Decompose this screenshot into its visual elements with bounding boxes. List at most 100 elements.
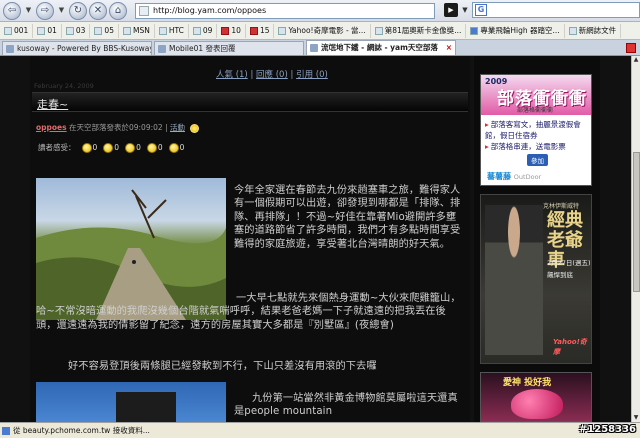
ad-cupid[interactable]: 愛神 投好我 [480,372,592,422]
ad2-brand: Yahoo!奇摩 [553,338,587,356]
ad1-footer-sub: OutDoor [513,173,542,181]
bookmark-item[interactable]: 05 [90,23,119,38]
mood-button[interactable]: 0 [103,142,119,153]
status-text: 從 beauty.pchome.com.tw 接收資料... [13,426,150,435]
scrollbar-thumb[interactable] [633,152,640,292]
bookmark-item[interactable]: 10 [217,23,246,38]
bookmark-icon [122,26,131,35]
mood-button[interactable]: 0 [168,142,184,153]
actor-image [485,205,543,355]
bookmark-icon [37,26,46,35]
bookmark-icon [221,26,230,35]
ad1-subtitle: 部落格衝衝衝 [517,107,554,114]
site-favicon-icon [139,5,149,16]
paragraph-1: 今年全家選在春節去九份來趟塞車之旅，難得家人有一個假期可以出遊，卻發現到哪都是「… [234,185,461,250]
bookmark-item[interactable]: HTC [155,23,189,38]
moods-label: 讀者感受： [38,143,76,152]
heart-icon [511,389,563,419]
popularity-link[interactable]: 人氣 (1) [216,70,248,80]
address-bar[interactable] [135,2,435,19]
post-title[interactable]: 走春~ [37,96,68,112]
ad3-title: 愛神 投好我 [503,378,552,388]
search-engine-icon[interactable]: G [475,4,487,16]
back-button[interactable]: ⇦ [3,1,21,20]
paragraph-2: 一大早七點就先來個熱身運動~大伙來爬雞籠山，哈~不常沒暗運動的我爬沒幾個台階就氣… [36,293,461,331]
bookmark-item[interactable]: 專業飛輪High 器踏空... [466,23,565,38]
stop-button[interactable]: ✕ [89,1,107,20]
ad-blog-campaign[interactable]: 2009 部落衝衝衝 部落格衝衝衝 部落客寫文，抽麗景渡假會館，假日住宿券 部落… [480,74,592,186]
bookmark-item[interactable]: 09 [189,23,218,38]
tab-blog[interactable]: 流氓地下鐵 - 網誌 - yam天空部落 × [306,40,456,55]
smiley-icon [81,142,92,153]
ad-movie[interactable]: 克林伊斯威特 經典老爺車 2月27日(週五) 飆悍到底 Yahoo!奇摩 [480,194,592,364]
bookmark-item[interactable]: MSN [119,23,155,38]
url-dropdown-icon[interactable]: ▼ [460,3,470,17]
bookmark-icon [249,26,258,35]
ad1-footer: 蕃薯藤 OutDoor [487,171,541,182]
ad1-link-1[interactable]: 部落客寫文，抽麗景渡假會館，假日住宿券 [485,119,587,141]
smiley-icon [125,142,136,153]
nav-separator: | [250,70,254,80]
bookmark-item[interactable]: Yahoo!奇摩電影 - 當... [274,23,371,38]
post-title-bar: 走春~ [32,92,468,112]
close-tab-icon[interactable]: × [446,41,452,54]
meta-separator: | [165,123,168,132]
scroll-up-icon[interactable]: ▲ [632,56,640,64]
ad1-links: 部落客寫文，抽麗景渡假會館，假日住宿券 部落格串連，送電影票 參加 [481,115,591,166]
activity-link[interactable]: 活動 [170,123,185,132]
ad2-kicker: 克林伊斯威特 [543,203,580,210]
toolbar-right: ▶ ▼ G [444,2,640,18]
status-bar: 從 beauty.pchome.com.tw 接收資料... [0,422,640,438]
scroll-down-icon[interactable]: ▼ [632,414,640,422]
forward-dropdown-icon[interactable]: ▼ [56,2,67,20]
smiley-icon [168,142,179,153]
bookmark-item[interactable]: 第81屆奧斯卡金像獎... [371,23,467,38]
replies-link[interactable]: 回應 (0) [256,70,288,80]
page-scrollbar[interactable]: ▲ ▼ [631,56,640,422]
reader-moods: 讀者感受： 0 0 0 0 0 [38,142,184,153]
bookmark-item[interactable]: 001 [0,23,34,38]
sidebar-ads: 2009 部落衝衝衝 部落格衝衝衝 部落客寫文，抽麗景渡假會館，假日住宿券 部落… [474,56,600,422]
home-button[interactable]: ⌂ [109,1,127,20]
bookmark-item[interactable]: 01 [33,23,62,38]
museum-photo [36,382,226,422]
ad1-join-button[interactable]: 參加 [527,154,548,166]
bookmark-icon [470,26,479,35]
image-watermark: #1258336 [578,424,636,435]
bookmark-item[interactable]: 03 [62,23,91,38]
bookmark-icon [374,26,383,35]
bookmark-icon [4,26,12,35]
ad2-date: 2月27日(週五) [547,259,591,267]
ad1-footer-brand: 蕃薯藤 [487,172,511,181]
ad2-tagline: 飆悍到底 [547,271,573,279]
nav-separator: | [290,70,294,80]
page-viewport: 人氣 (1) | 回應 (0) | 引用 (0) February 24, 20… [0,56,631,422]
url-input[interactable] [153,6,303,15]
mood-button[interactable]: 0 [125,142,141,153]
post-stats-nav: 人氣 (1) | 回應 (0) | 引用 (0) [216,68,328,80]
forward-button[interactable]: ⇨ [36,1,54,20]
author-link[interactable]: oppoes [36,123,67,132]
bookmark-item[interactable]: 15 [246,23,275,38]
mood-button[interactable]: 0 [81,142,97,153]
bookmark-icon [192,26,201,35]
tab-mobile01[interactable]: Mobile01 發表回覆 [154,41,304,55]
bookmark-icon [94,26,103,35]
close-all-tabs-icon[interactable] [626,42,636,53]
paragraph-3: 好不容易登頂後兩條腿已經發軟到不行，下山只差沒有用滾的下去囉 [68,361,377,372]
trackbacks-link[interactable]: 引用 (0) [296,70,328,80]
posted-time: 在天空部落發表於09:09:02 [68,123,163,132]
smiley-icon [146,142,157,153]
bookmark-icon [65,26,74,35]
browser-toolbar: ⇦ ▼ ⇨ ▼ ↻ ✕ ⌂ ▶ ▼ G [0,0,640,22]
mood-button[interactable]: 0 [146,142,163,153]
back-dropdown-icon[interactable]: ▼ [23,2,34,20]
go-button[interactable]: ▶ [444,3,458,17]
tab-kusoway[interactable]: kusoway - Powered By BBS-Kusoway[... [2,41,152,55]
ad1-link-2[interactable]: 部落格串連，送電影票 [485,141,587,152]
search-box[interactable]: G [472,2,640,18]
bookmark-item[interactable]: 新網誌文件 [565,23,622,38]
reload-button[interactable]: ↻ [69,1,87,20]
bookmark-icon [278,26,287,35]
loading-icon [2,427,10,435]
